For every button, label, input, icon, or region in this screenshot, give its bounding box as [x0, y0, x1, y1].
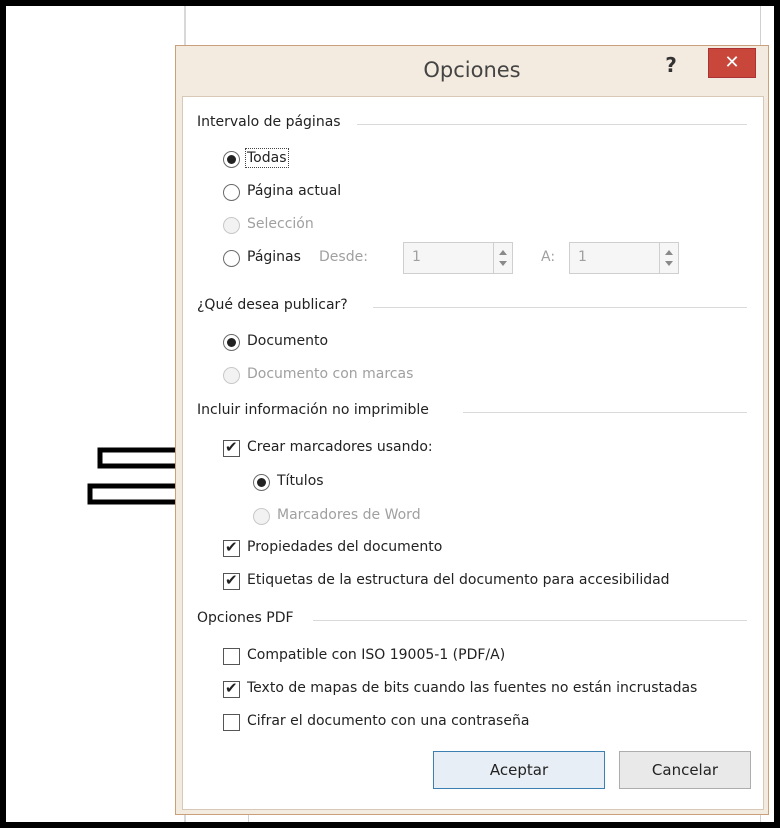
radio-document[interactable]	[223, 334, 240, 351]
radio-all-pages[interactable]	[223, 151, 240, 168]
checkbox-encrypt-label[interactable]: Cifrar el documento con una contraseña	[247, 713, 529, 729]
stepper-arrows	[659, 243, 678, 273]
radio-word-bookmarks-label: Marcadores de Word	[277, 507, 421, 523]
section-publish-heading: ¿Qué desea publicar?	[197, 297, 348, 313]
radio-headings-label[interactable]: Títulos	[277, 473, 324, 489]
to-page-stepper: 1	[569, 242, 679, 274]
radio-all-pages-label[interactable]: Todas	[245, 148, 289, 168]
checkbox-bitmap-text-label[interactable]: Texto de mapas de bits cuando las fuente…	[247, 680, 697, 696]
section-nonprint-heading: Incluir información no imprimible	[197, 402, 429, 418]
to-label: A:	[541, 249, 556, 265]
radio-selection	[223, 217, 240, 234]
checkbox-structure-tags[interactable]	[223, 571, 240, 590]
stepper-up-icon	[665, 250, 673, 255]
radio-document-markup-label: Documento con marcas	[247, 366, 414, 382]
radio-selection-label: Selección	[247, 216, 314, 232]
checkbox-create-bookmarks[interactable]	[223, 438, 240, 457]
stepper-arrows	[493, 243, 512, 273]
section-page-range-heading: Intervalo de páginas	[197, 114, 341, 130]
section-pdf-heading: Opciones PDF	[197, 610, 294, 626]
options-dialog: Opciones ? ✕ Intervalo de páginas Todas …	[176, 46, 768, 814]
section-divider	[463, 412, 747, 413]
help-button[interactable]: ?	[656, 52, 686, 78]
checkbox-document-properties[interactable]	[223, 538, 240, 557]
radio-current-page-label[interactable]: Página actual	[247, 183, 341, 199]
to-page-value: 1	[578, 249, 587, 265]
close-button[interactable]: ✕	[708, 48, 756, 78]
from-label: Desde:	[319, 249, 368, 265]
checkbox-create-bookmarks-label[interactable]: Crear marcadores usando:	[247, 439, 433, 455]
accept-button[interactable]: Aceptar	[433, 751, 605, 789]
section-divider	[357, 124, 747, 125]
from-page-value: 1	[412, 249, 421, 265]
radio-pages-label[interactable]: Páginas	[247, 249, 301, 265]
radio-word-bookmarks	[253, 508, 270, 525]
checkbox-document-properties-label[interactable]: Propiedades del documento	[247, 539, 442, 555]
dialog-titlebar: Opciones ? ✕	[176, 46, 768, 96]
checkbox-iso-pdfa-label[interactable]: Compatible con ISO 19005-1 (PDF/A)	[247, 647, 505, 663]
radio-document-label[interactable]: Documento	[247, 333, 328, 349]
cancel-button[interactable]: Cancelar	[619, 751, 751, 789]
stepper-down-icon	[499, 261, 507, 266]
section-divider	[373, 307, 747, 308]
from-page-stepper: 1	[403, 242, 513, 274]
checkbox-encrypt[interactable]	[223, 714, 240, 731]
section-divider	[313, 620, 747, 621]
stepper-down-icon	[665, 261, 673, 266]
checkbox-iso-pdfa[interactable]	[223, 648, 240, 665]
dialog-content: Intervalo de páginas Todas Página actual…	[182, 96, 764, 810]
radio-pages[interactable]	[223, 250, 240, 267]
radio-headings[interactable]	[253, 474, 270, 491]
stepper-up-icon	[499, 250, 507, 255]
checkbox-bitmap-text[interactable]	[223, 679, 240, 698]
checkbox-structure-tags-label[interactable]: Etiquetas de la estructura del documento…	[247, 572, 670, 588]
radio-document-markup	[223, 367, 240, 384]
radio-current-page[interactable]	[223, 184, 240, 201]
